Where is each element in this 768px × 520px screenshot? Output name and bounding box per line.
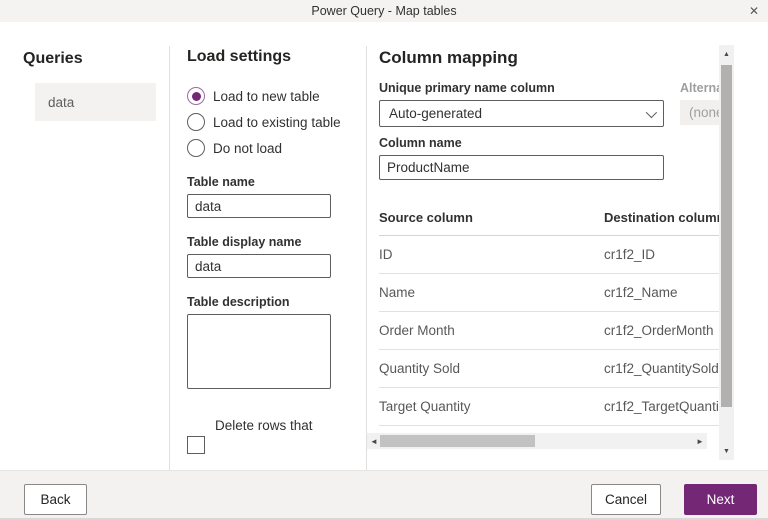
scroll-up-icon[interactable]: ▲ bbox=[719, 47, 734, 61]
delete-rows-checkbox-row[interactable]: Delete rows that bbox=[187, 417, 366, 435]
chevron-down-icon bbox=[646, 106, 657, 117]
column-mapping-heading: Column mapping bbox=[379, 48, 719, 68]
source-column-cell: Name bbox=[379, 285, 415, 300]
primary-name-label: Unique primary name column bbox=[379, 81, 664, 95]
table-display-name-field-group: Table display name bbox=[187, 235, 366, 278]
destination-column-cell: cr1f2_ID bbox=[604, 247, 655, 262]
mapping-table-row: Quantity Sold cr1f2_QuantitySold bbox=[379, 350, 719, 388]
table-name-field-group: Table name bbox=[187, 175, 366, 218]
mapping-table-rows: ID cr1f2_ID Name cr1f2_Name Order Month cr1f2… bbox=[379, 236, 719, 426]
destination-column-cell: cr1f2_OrderMonth bbox=[604, 323, 714, 338]
table-description-field-group: Table description bbox=[187, 295, 366, 389]
destination-column-cell: cr1f2_Name bbox=[604, 285, 678, 300]
mapping-table-row: ID cr1f2_ID bbox=[379, 236, 719, 274]
radio-option-label: Load to existing table bbox=[213, 115, 341, 130]
scroll-left-icon[interactable]: ◄ bbox=[367, 433, 381, 449]
radio-option-load-to-existing-table[interactable]: Load to existing table bbox=[187, 109, 366, 135]
table-name-input[interactable] bbox=[187, 194, 331, 218]
scroll-down-icon[interactable]: ▼ bbox=[719, 444, 734, 458]
vertical-scrollbar-thumb[interactable] bbox=[721, 65, 732, 407]
power-query-map-tables-dialog: Power Query - Map tables ✕ Queries data … bbox=[0, 0, 768, 520]
next-button[interactable]: Next bbox=[684, 484, 757, 515]
queries-panel: Queries data bbox=[0, 22, 169, 470]
primary-name-dropdown[interactable]: Auto-generated bbox=[379, 100, 664, 127]
alternate-value-box: (none) bbox=[680, 100, 719, 125]
primary-name-field-row: Unique primary name column Auto-generate… bbox=[379, 81, 719, 127]
primary-name-value: Auto-generated bbox=[389, 106, 482, 121]
back-button[interactable]: Back bbox=[24, 484, 87, 515]
load-option-radio-group: Load to new table Load to existing table D… bbox=[187, 83, 366, 161]
dialog-body: Queries data Load settings Load to new t… bbox=[0, 22, 768, 470]
column-mapping-panel: Column mapping Unique primary name colum… bbox=[367, 22, 768, 470]
mapping-table-row: Order Month cr1f2_OrderMonth bbox=[379, 312, 719, 350]
queries-list: data bbox=[0, 83, 169, 121]
query-item-data[interactable]: data bbox=[35, 83, 156, 121]
table-display-name-input[interactable] bbox=[187, 254, 331, 278]
radio-icon[interactable] bbox=[187, 113, 205, 131]
title-bar: Power Query - Map tables ✕ bbox=[0, 0, 768, 23]
radio-icon-selected[interactable] bbox=[187, 87, 205, 105]
radio-option-do-not-load[interactable]: Do not load bbox=[187, 135, 366, 161]
alternate-field-group: Alternate (none) bbox=[680, 81, 719, 127]
table-description-label: Table description bbox=[187, 295, 366, 309]
column-name-field-group: Column name bbox=[379, 136, 719, 180]
alternate-value: (none) bbox=[689, 105, 719, 120]
cancel-button[interactable]: Cancel bbox=[591, 484, 661, 515]
source-column-cell: Quantity Sold bbox=[379, 361, 460, 376]
destination-column-header: Destination column bbox=[604, 210, 719, 225]
source-column-cell: ID bbox=[379, 247, 393, 262]
column-name-input[interactable] bbox=[379, 155, 664, 180]
load-settings-panel: Load settings Load to new table Load to e… bbox=[170, 22, 366, 455]
source-column-cell: Target Quantity bbox=[379, 399, 471, 414]
scroll-right-icon[interactable]: ► bbox=[693, 433, 707, 449]
mapping-table-row: Target Quantity cr1f2_TargetQuantity bbox=[379, 388, 719, 426]
radio-option-load-to-new-table[interactable]: Load to new table bbox=[187, 83, 366, 109]
horizontal-scrollbar-thumb[interactable] bbox=[380, 435, 535, 447]
load-settings-heading: Load settings bbox=[187, 48, 366, 66]
mapping-table-header: Source column Destination column bbox=[379, 202, 719, 236]
column-name-label: Column name bbox=[379, 136, 719, 150]
mapping-table-row: Name cr1f2_Name bbox=[379, 274, 719, 312]
mapping-table: Source column Destination column ID cr1f2… bbox=[379, 202, 719, 437]
source-column-header: Source column bbox=[379, 210, 473, 225]
table-description-input[interactable] bbox=[187, 314, 331, 389]
queries-heading: Queries bbox=[23, 50, 169, 68]
radio-option-label: Load to new table bbox=[213, 89, 320, 104]
delete-rows-checkbox[interactable] bbox=[187, 436, 205, 454]
destination-column-cell: cr1f2_QuantitySold bbox=[604, 361, 719, 376]
query-item-label: data bbox=[48, 95, 74, 110]
alternate-label: Alternate bbox=[680, 81, 719, 95]
dialog-title: Power Query - Map tables bbox=[0, 0, 768, 22]
close-icon[interactable]: ✕ bbox=[744, 0, 764, 21]
source-column-cell: Order Month bbox=[379, 323, 455, 338]
table-display-name-label: Table display name bbox=[187, 235, 366, 249]
radio-icon[interactable] bbox=[187, 139, 205, 157]
delete-rows-label: Delete rows that bbox=[215, 418, 313, 433]
vertical-scrollbar[interactable]: ▲ ▼ bbox=[719, 45, 734, 460]
table-name-label: Table name bbox=[187, 175, 366, 189]
horizontal-scrollbar[interactable]: ◄ ► bbox=[367, 433, 707, 449]
radio-option-label: Do not load bbox=[213, 141, 282, 156]
primary-name-field-group: Unique primary name column Auto-generate… bbox=[379, 81, 664, 127]
dialog-footer: Back Cancel Next bbox=[0, 470, 768, 520]
column-mapping-content: Column mapping Unique primary name colum… bbox=[379, 22, 719, 455]
destination-column-cell: cr1f2_TargetQuantity bbox=[604, 399, 719, 414]
